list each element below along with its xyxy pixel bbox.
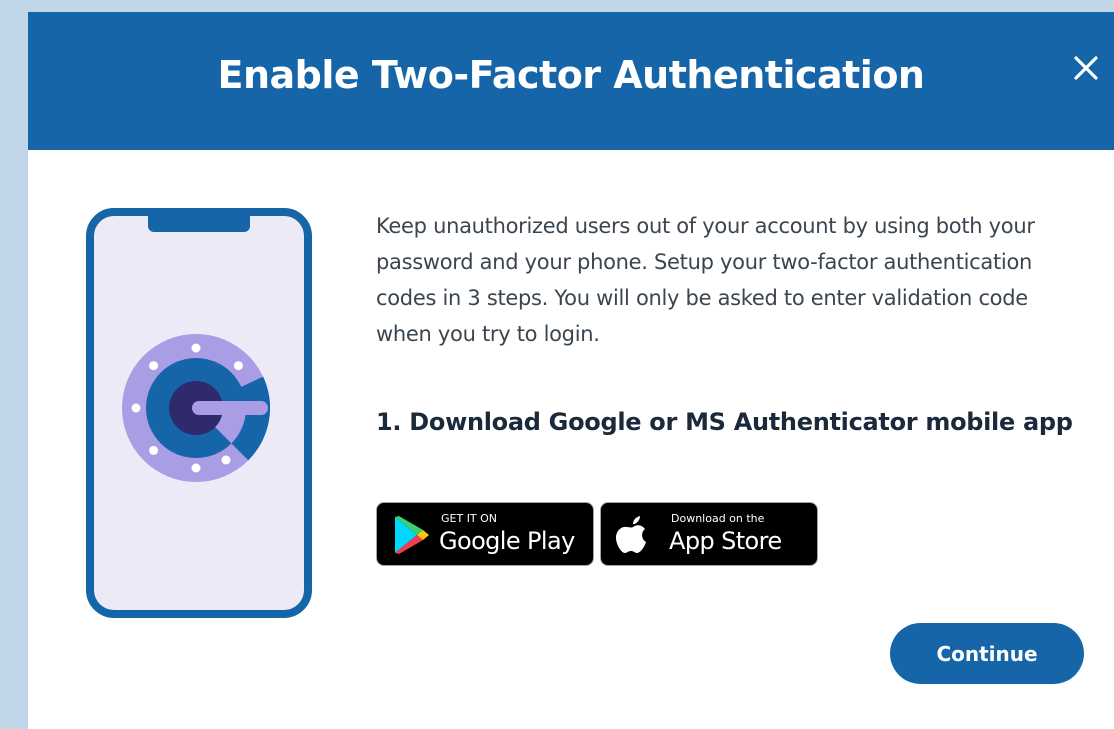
authenticator-logo bbox=[122, 334, 271, 482]
app-store-badge[interactable]: Download on the App Store bbox=[600, 502, 818, 566]
two-factor-modal: Enable Two-Factor Authentication Keep un… bbox=[28, 12, 1114, 729]
google-play-icon bbox=[395, 516, 429, 554]
step-1-heading: 1. Download Google or MS Authenticator m… bbox=[376, 408, 1073, 436]
google-play-small-text: GET IT ON bbox=[441, 512, 498, 525]
close-button[interactable] bbox=[1066, 48, 1106, 88]
continue-button[interactable]: Continue bbox=[890, 623, 1084, 684]
close-icon bbox=[1074, 56, 1098, 80]
modal-title: Enable Two-Factor Authentication bbox=[217, 53, 925, 97]
authenticator-phone-icon bbox=[86, 208, 312, 618]
google-play-big-text: Google Play bbox=[439, 527, 575, 555]
google-play-badge[interactable]: GET IT ON Google Play bbox=[376, 502, 594, 566]
intro-text: Keep unauthorized users out of your acco… bbox=[376, 214, 1035, 346]
modal-header: Enable Two-Factor Authentication bbox=[28, 12, 1114, 150]
app-store-small-text: Download on the bbox=[671, 512, 765, 525]
app-store-big-text: App Store bbox=[669, 527, 782, 555]
apple-icon bbox=[616, 516, 646, 553]
